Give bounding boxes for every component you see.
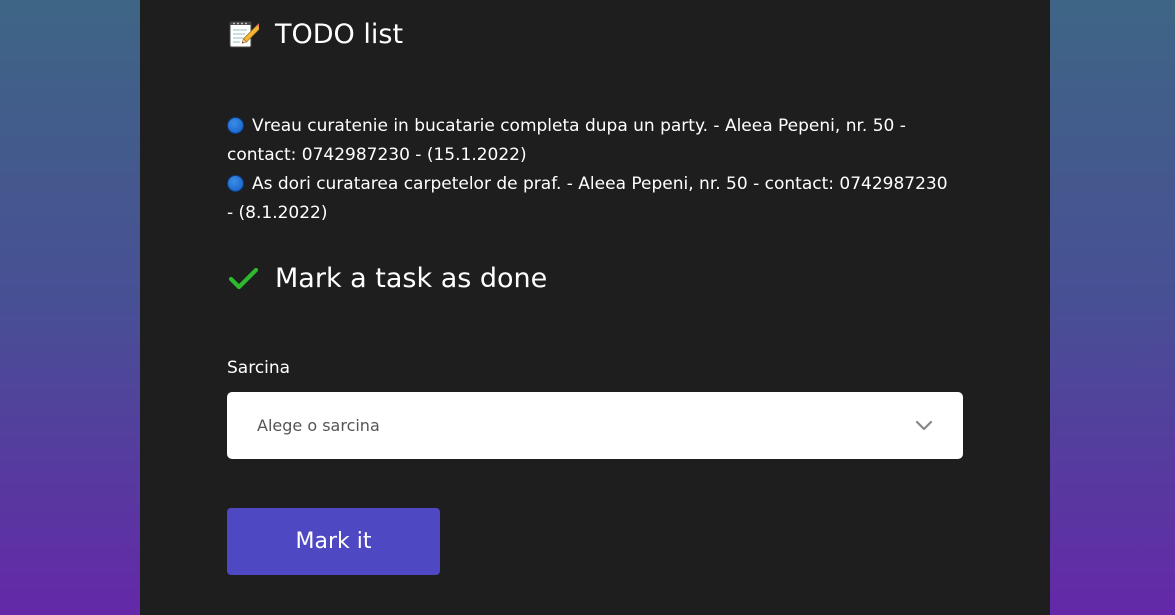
chevron-down-icon: [915, 416, 933, 435]
task-select-label: Sarcina: [227, 358, 291, 378]
memo-icon: [227, 18, 263, 50]
mark-done-title: Mark a task as done: [275, 262, 548, 294]
task-text: As dori curatarea carpetelor de praf. - …: [227, 174, 948, 223]
blue-circle-icon: [227, 175, 244, 192]
list-item: As dori curatarea carpetelor de praf. - …: [227, 170, 957, 228]
check-mark-icon: [227, 262, 259, 294]
mark-done-heading: Mark a task as done: [227, 262, 547, 294]
blue-circle-icon: [227, 117, 244, 134]
todo-title: TODO list: [275, 18, 404, 50]
task-select[interactable]: Alege o sarcina: [227, 392, 963, 459]
task-text: Vreau curatenie in bucatarie completa du…: [227, 116, 906, 165]
task-list: Vreau curatenie in bucatarie completa du…: [227, 112, 957, 228]
list-item: Vreau curatenie in bucatarie completa du…: [227, 112, 957, 170]
task-select-value: Alege o sarcina: [257, 416, 380, 435]
mark-it-button[interactable]: Mark it: [227, 508, 440, 575]
todo-heading: TODO list: [227, 18, 403, 50]
todo-card: TODO list Vreau curatenie in bucatarie c…: [140, 0, 1050, 615]
